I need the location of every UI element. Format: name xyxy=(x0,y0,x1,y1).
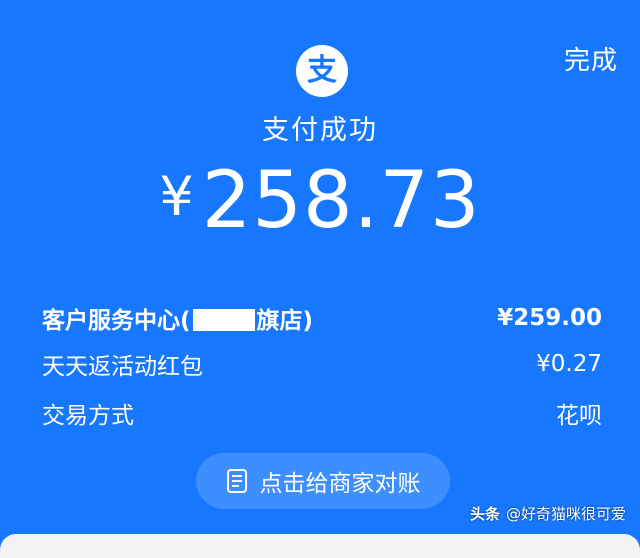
merchant-name-prefix: 客户服务中心( xyxy=(42,308,191,334)
payment-method-value: 花呗 xyxy=(556,403,602,429)
reconcile-button-label: 点击给商家对账 xyxy=(259,471,421,497)
merchant-row: 客户服务中心( 旗店) ¥259.00 xyxy=(42,298,602,338)
red-packet-amount: ¥0.27 xyxy=(536,351,602,377)
payment-method-row: 交易方式 花呗 xyxy=(42,393,602,433)
alipay-logo-icon: 支 xyxy=(296,45,348,97)
paid-amount: ¥258.73 xyxy=(0,156,640,246)
merchant-name: 客户服务中心( 旗店) xyxy=(42,301,313,335)
merchant-amount: ¥259.00 xyxy=(497,305,602,331)
merchant-name-suffix: 旗店) xyxy=(256,308,314,334)
watermark-text: @好奇猫咪很可爱 xyxy=(505,505,626,523)
receipt-icon xyxy=(226,469,247,493)
amount-value: 258.73 xyxy=(201,156,481,246)
red-packet-row: 天天返活动红包 ¥0.27 xyxy=(42,344,602,384)
currency-symbol: ¥ xyxy=(159,165,194,228)
red-packet-label: 天天返活动红包 xyxy=(42,354,203,380)
payment-success-screen: 完成 支 支付成功 ¥258.73 客户服务中心( 旗店) ¥259.00 天天返… xyxy=(0,0,640,558)
payment-status-title: 支付成功 xyxy=(262,115,378,146)
redaction-mask xyxy=(192,309,255,331)
reconcile-with-merchant-button[interactable]: 点击给商家对账 xyxy=(196,453,450,509)
payment-method-label: 交易方式 xyxy=(42,403,134,429)
watermark: 头条 @好奇猫咪很可爱 xyxy=(470,503,626,524)
logo-glyph: 支 xyxy=(307,53,337,88)
done-button[interactable]: 完成 xyxy=(564,40,618,77)
watermark-brand: 头条 xyxy=(469,505,500,523)
